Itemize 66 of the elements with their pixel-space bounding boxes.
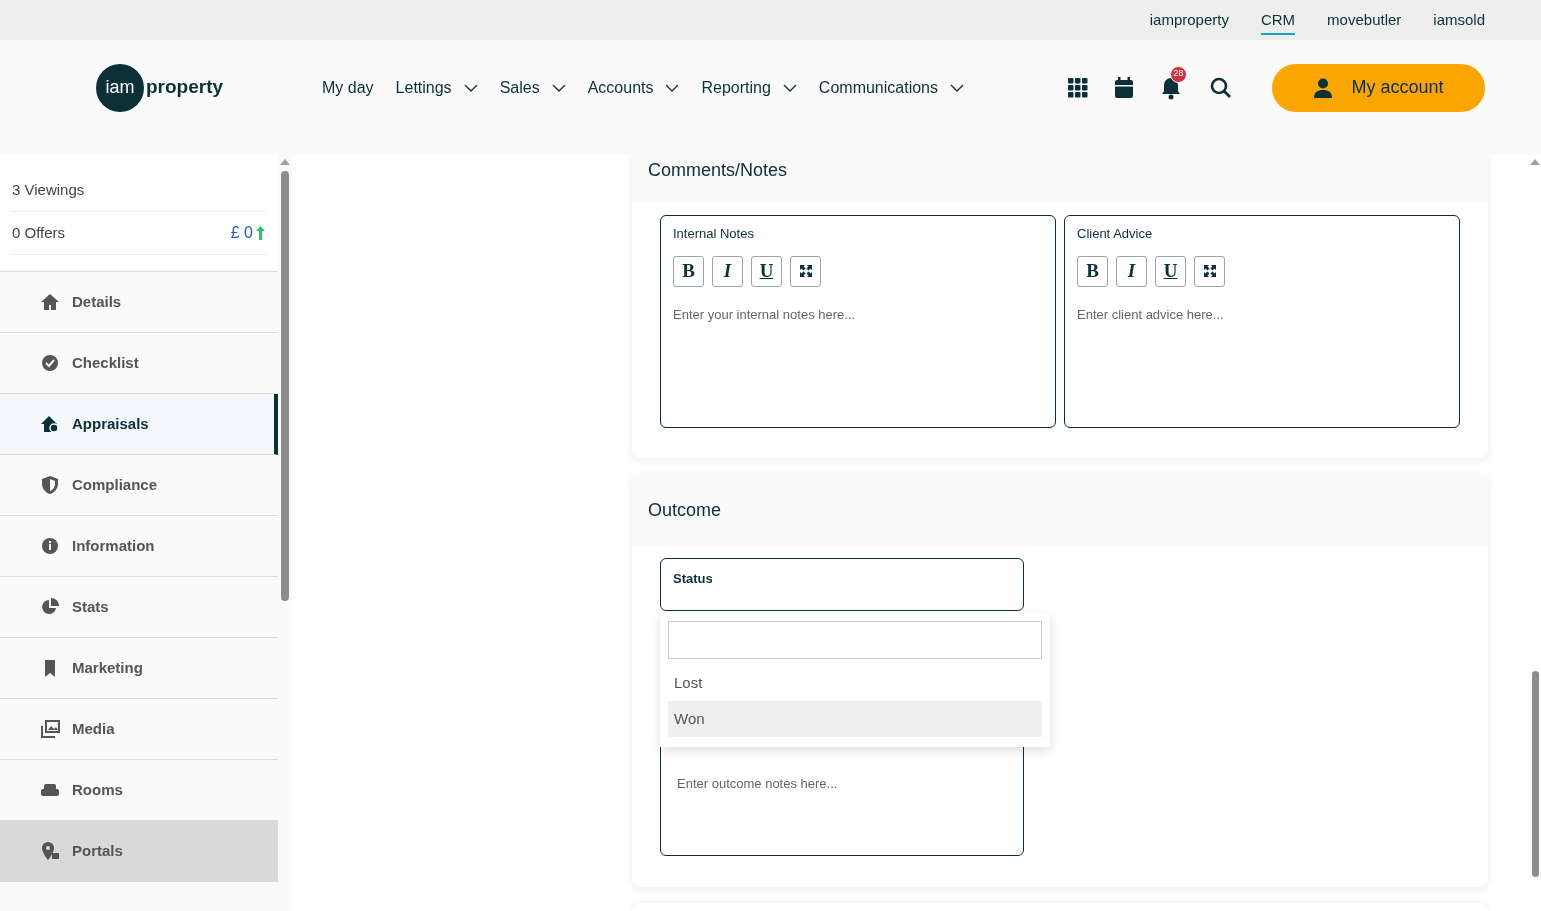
pie-chart-icon	[40, 597, 60, 617]
dropdown-option[interactable]: Won	[668, 701, 1042, 737]
logo[interactable]: iam property	[96, 63, 231, 112]
check-circle-icon	[40, 353, 60, 373]
select-label: Status	[673, 570, 714, 588]
expand-button[interactable]	[1194, 255, 1225, 287]
editor-label: Internal Notes	[673, 225, 755, 243]
arrow-up-icon	[255, 225, 266, 241]
logo-mark: iam	[105, 76, 135, 99]
chevron-down-icon	[782, 83, 797, 92]
format-button[interactable]: U	[1155, 255, 1186, 287]
user-icon	[1313, 77, 1334, 98]
account-button[interactable]: My account	[1272, 63, 1485, 112]
expand-icon	[799, 265, 812, 277]
top-link[interactable]: iamsold	[1433, 4, 1485, 36]
format-button[interactable]: I	[712, 255, 743, 287]
scrollbar-thumb[interactable]	[281, 171, 289, 601]
nav-menu-item[interactable]: Lettings	[395, 75, 478, 100]
shield-icon	[40, 475, 60, 495]
info-icon	[40, 536, 60, 556]
dropdown-option[interactable]: Lost	[668, 665, 1042, 701]
format-button[interactable]: B	[1077, 255, 1108, 287]
stat-value: £ 0	[230, 223, 253, 243]
scrollbar-thumb[interactable]	[1531, 671, 1539, 877]
apps-grid-icon[interactable]	[1068, 77, 1088, 98]
stat-label: 3 Viewings	[12, 179, 85, 200]
map-pin-lock-icon	[40, 841, 60, 861]
editor-placeholder: Enter outcome notes here...	[677, 775, 839, 793]
top-link[interactable]: CRM	[1260, 4, 1296, 36]
expand-icon	[1203, 265, 1216, 277]
editor-placeholder: Enter your internal notes here...	[673, 305, 857, 324]
format-button[interactable]: U	[751, 255, 782, 287]
nav-menu-item[interactable]: Communications	[818, 75, 964, 100]
format-button[interactable]: I	[1116, 255, 1147, 287]
nav-menu-item[interactable]: Reporting	[701, 75, 797, 100]
home-icon	[40, 292, 60, 312]
status-select[interactable]: Status	[660, 558, 1024, 611]
sidebar-item[interactable]: Appraisals	[0, 394, 278, 455]
nav-menu-item[interactable]: My day	[322, 75, 374, 100]
images-icon	[40, 719, 60, 739]
dropdown-search-field[interactable]	[668, 621, 1042, 659]
nav-menu-item[interactable]: Sales	[499, 75, 566, 100]
format-button[interactable]: B	[673, 255, 704, 287]
section-title: Outcome	[648, 499, 722, 522]
rich-text-editor[interactable]: Client Advice B I U Enter client advice here...	[1064, 215, 1460, 428]
house-tag-icon	[40, 414, 60, 434]
bell-icon[interactable]	[1160, 75, 1182, 100]
chevron-down-icon	[551, 83, 566, 92]
section-title: Comments/Notes	[648, 159, 788, 182]
scroll-up-icon[interactable]	[1530, 159, 1540, 165]
nav-menu-item[interactable]: Accounts	[587, 75, 680, 100]
notification-badge: 28	[1170, 65, 1187, 83]
top-link[interactable]: iamproperty	[1149, 4, 1229, 36]
chevron-down-icon	[463, 83, 478, 92]
chevron-down-icon	[950, 83, 964, 92]
top-link[interactable]: movebutler	[1327, 4, 1402, 36]
expand-button[interactable]	[790, 255, 821, 287]
editor-label: Client Advice	[1077, 225, 1154, 243]
editor-placeholder: Enter client advice here...	[1077, 305, 1225, 324]
stat-label: 0 Offers	[12, 222, 66, 243]
search-icon[interactable]	[1210, 76, 1232, 99]
sidebar-item[interactable]: Portals	[0, 821, 278, 882]
chevron-down-icon	[665, 83, 680, 92]
calendar-icon[interactable]	[1114, 76, 1134, 99]
rich-text-editor[interactable]: Internal Notes B I U Enter your internal notes here...	[660, 215, 1056, 428]
logo-wordmark: property	[146, 75, 224, 100]
